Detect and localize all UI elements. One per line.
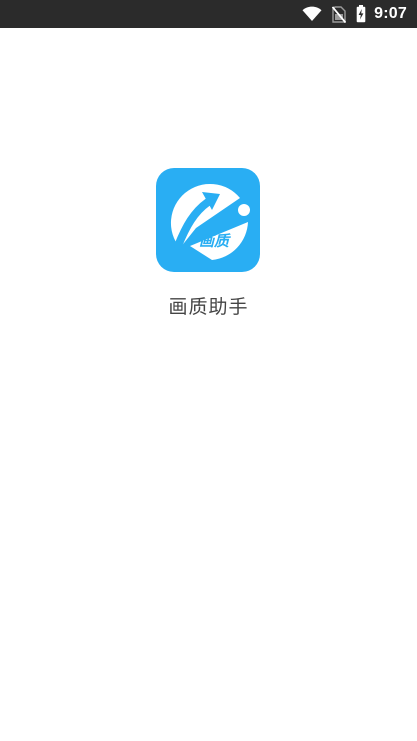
app-logo-graphic: 画质 <box>170 183 250 260</box>
app-logo: 画质 <box>156 168 260 272</box>
no-sim-icon <box>332 5 347 23</box>
battery-charging-icon <box>356 5 366 23</box>
app-name: 画质助手 <box>168 296 249 318</box>
splash-screen: 画质 画质助手 <box>0 28 417 741</box>
clock: 9:07 <box>374 5 407 22</box>
status-bar: 9:07 <box>0 0 417 28</box>
logo-text: 画质 <box>199 232 231 250</box>
wifi-icon <box>302 6 322 22</box>
